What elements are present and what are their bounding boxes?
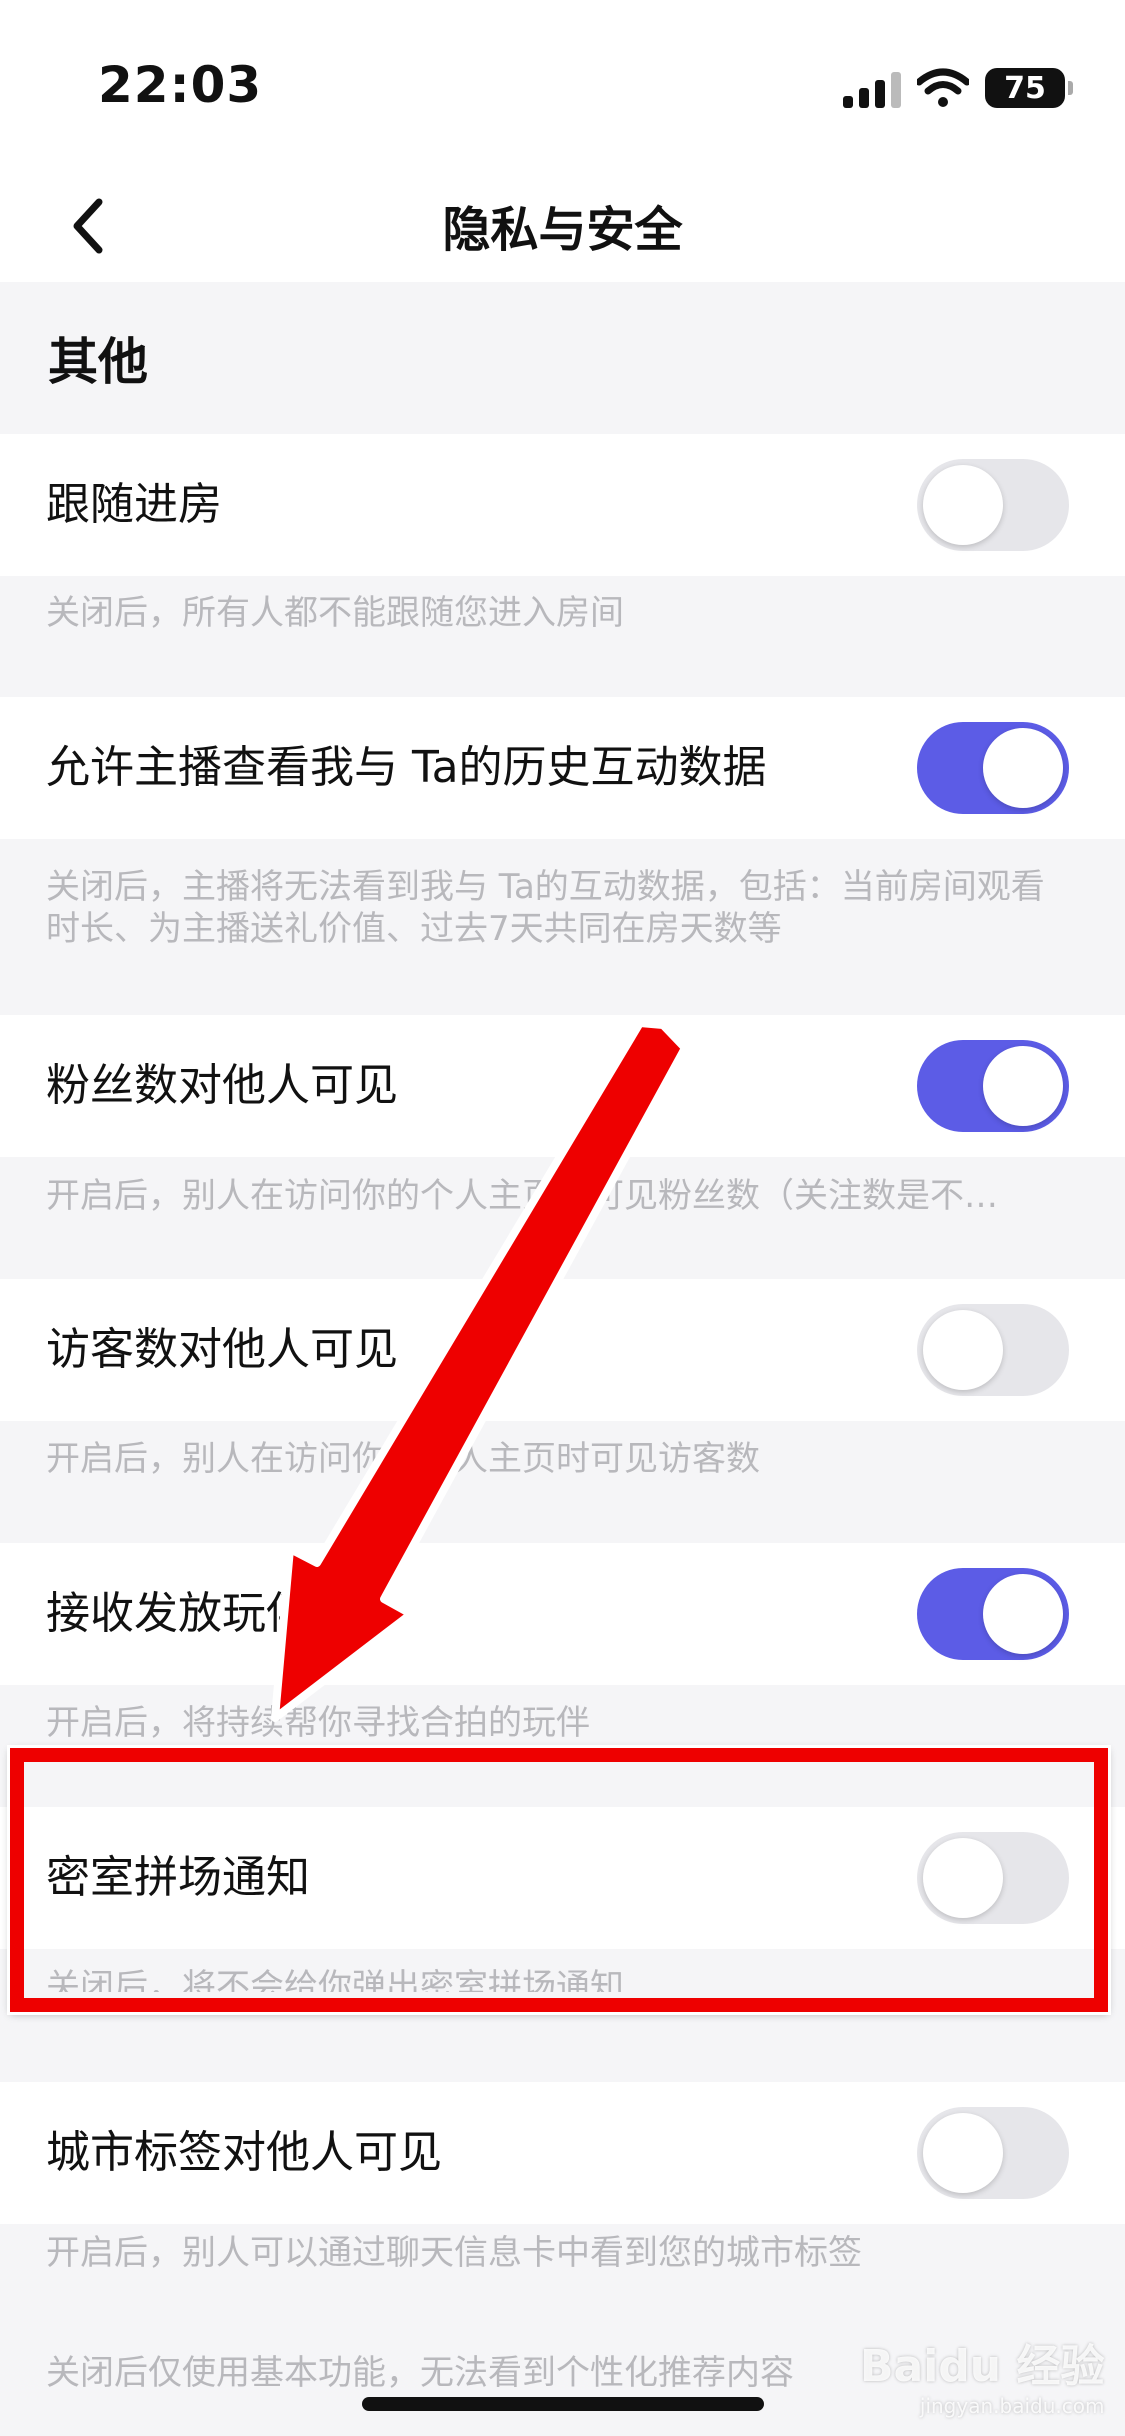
setting-row-history-data[interactable]: 允许主播查看我与 Ta的历史互动数据 xyxy=(0,697,1125,839)
playmate-toggle[interactable] xyxy=(917,1568,1069,1660)
home-indicator[interactable] xyxy=(362,2397,764,2411)
setting-label: 接收发放玩伴 xyxy=(46,1588,310,1639)
navigation-bar: 隐私与安全 xyxy=(0,170,1125,282)
toggle-knob xyxy=(923,465,1003,545)
annotation-arrow xyxy=(271,1019,689,1722)
setting-label: 跟随进房 xyxy=(46,479,222,530)
follow-room-toggle[interactable] xyxy=(917,459,1069,551)
status-icons: 75 xyxy=(843,62,1073,114)
toggle-knob xyxy=(983,1574,1063,1654)
section-title: 其他 xyxy=(48,333,148,391)
setting-label: 粉丝数对他人可见 xyxy=(46,1060,398,1111)
toggle-knob xyxy=(983,728,1063,808)
setting-row-follow-room[interactable]: 跟随进房 xyxy=(0,434,1125,576)
history-data-toggle[interactable] xyxy=(917,722,1069,814)
watermark-sub: jingyan.baidu.com xyxy=(919,2394,1105,2418)
fans-visible-toggle[interactable] xyxy=(917,1040,1069,1132)
toggle-knob xyxy=(923,1310,1003,1390)
setting-row-visitors-visible[interactable]: 访客数对他人可见 xyxy=(0,1279,1125,1421)
battery-level: 75 xyxy=(1004,70,1046,106)
setting-label: 允许主播查看我与 Ta的历史互动数据 xyxy=(46,742,767,793)
toggle-knob xyxy=(923,2113,1003,2193)
battery-icon: 75 xyxy=(985,68,1073,108)
setting-description: 开启后，别人在访问你的个人主页时可见访客数 xyxy=(46,1439,760,1479)
setting-row-fans-visible[interactable]: 粉丝数对他人可见 xyxy=(0,1015,1125,1157)
setting-description: 开启后，别人在访问你的个人主页时可见粉丝数（关注数是不… xyxy=(46,1176,998,1216)
cellular-signal-icon xyxy=(843,68,901,108)
setting-label: 访客数对他人可见 xyxy=(46,1324,398,1375)
wifi-icon xyxy=(917,68,969,107)
setting-description: 开启后，别人可以通过聊天信息卡中看到您的城市标签 xyxy=(46,2233,862,2273)
setting-description: 关闭后，主播将无法看到我与 Ta的互动数据，包括：当前房间观看时长、为主播送礼价… xyxy=(46,867,1045,949)
setting-row-playmate[interactable]: 接收发放玩伴 xyxy=(0,1543,1125,1685)
toggle-knob xyxy=(983,1046,1063,1126)
visitors-visible-toggle[interactable] xyxy=(917,1304,1069,1396)
page-title: 隐私与安全 xyxy=(442,202,683,258)
watermark-logo: Baidu 经验 jingyan.baidu.com xyxy=(860,2330,1104,2418)
status-time: 22:03 xyxy=(98,56,263,114)
highlight-box xyxy=(10,1748,1108,2012)
setting-description: 关闭后，所有人都不能跟随您进入房间 xyxy=(46,593,624,633)
setting-label: 城市标签对他人可见 xyxy=(46,2127,442,2178)
setting-row-city-tag[interactable]: 城市标签对他人可见 xyxy=(0,2082,1125,2224)
watermark-text: Baidu 经验 xyxy=(860,2341,1105,2392)
setting-description: 开启后，将持续帮你寻找合拍的玩伴 xyxy=(46,1703,590,1743)
city-tag-toggle[interactable] xyxy=(917,2107,1069,2199)
status-bar: 22:03 75 xyxy=(0,0,1125,170)
